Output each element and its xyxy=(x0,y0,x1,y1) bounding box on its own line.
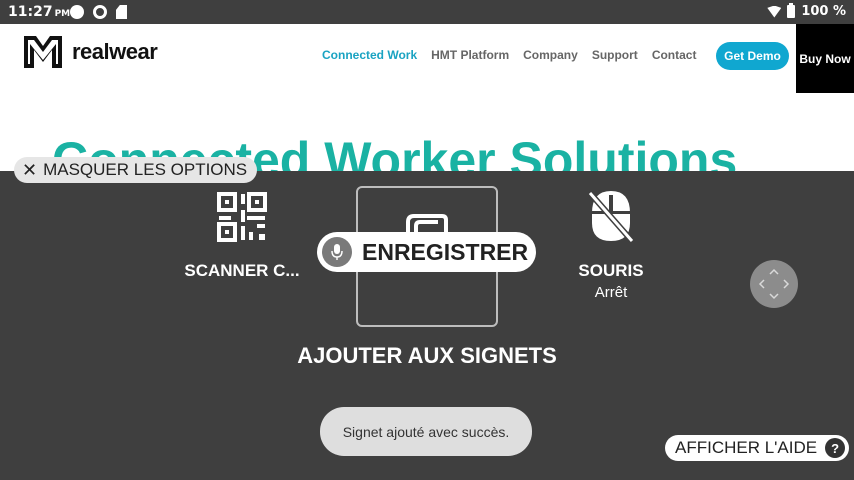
mouse-off-icon[interactable] xyxy=(586,187,636,245)
navigation-control[interactable] xyxy=(750,260,798,308)
realwear-logo[interactable]: realwear xyxy=(22,34,158,70)
status-right: 100 % xyxy=(767,3,846,19)
sd-card-icon xyxy=(116,5,127,19)
nav-support[interactable]: Support xyxy=(592,48,638,62)
hide-options-label: MASQUER LES OPTIONS xyxy=(43,160,248,179)
scanner-option-label[interactable]: SCANNER C... xyxy=(176,261,308,281)
help-icon: ? xyxy=(825,438,846,458)
show-help-label: AFFICHER L'AIDE xyxy=(675,438,818,457)
sync-icon xyxy=(93,5,107,19)
status-ampm: PM xyxy=(54,9,71,19)
mic-icon xyxy=(322,237,352,267)
screen: 11:27 PM 100 % realwear Connected Work HM… xyxy=(0,0,854,480)
web-page: realwear Connected Work HMT Platform Com… xyxy=(0,24,854,171)
notification-icon xyxy=(70,5,84,19)
nav-contact[interactable]: Contact xyxy=(652,48,697,62)
move-arrows-icon xyxy=(758,268,790,300)
status-bar: 11:27 PM 100 % xyxy=(0,0,854,24)
show-help-button[interactable]: AFFICHER L'AIDE ? xyxy=(665,435,850,461)
logo-text: realwear xyxy=(72,39,158,64)
hide-options-button[interactable]: ✕ MASQUER LES OPTIONS xyxy=(14,157,258,183)
site-nav: Connected Work HMT Platform Company Supp… xyxy=(322,48,696,62)
status-clock: 11:27 xyxy=(8,4,53,20)
qr-code-icon[interactable] xyxy=(217,192,267,242)
realwear-logo-icon xyxy=(24,36,62,68)
wifi-icon xyxy=(767,5,782,18)
mouse-option-state: Arrêt xyxy=(594,284,628,301)
toast-message: Signet ajouté avec succès. xyxy=(320,407,532,456)
status-time: 11:27 PM xyxy=(8,4,70,20)
record-button[interactable]: ENREGISTRER xyxy=(317,232,536,272)
record-label: ENREGISTRER xyxy=(362,238,529,265)
buy-now-button[interactable]: Buy Now xyxy=(796,24,854,93)
battery-level: 100 % xyxy=(801,4,846,19)
bookmark-option-label: AJOUTER AUX SIGNETS xyxy=(297,343,557,368)
close-icon: ✕ xyxy=(22,160,38,180)
nav-company[interactable]: Company xyxy=(523,48,578,62)
battery-icon xyxy=(787,3,796,18)
nav-hmt-platform[interactable]: HMT Platform xyxy=(431,48,509,62)
mouse-option-label[interactable]: SOURIS xyxy=(561,261,661,281)
get-demo-button[interactable]: Get Demo xyxy=(716,42,789,70)
nav-connected-work[interactable]: Connected Work xyxy=(322,48,417,62)
